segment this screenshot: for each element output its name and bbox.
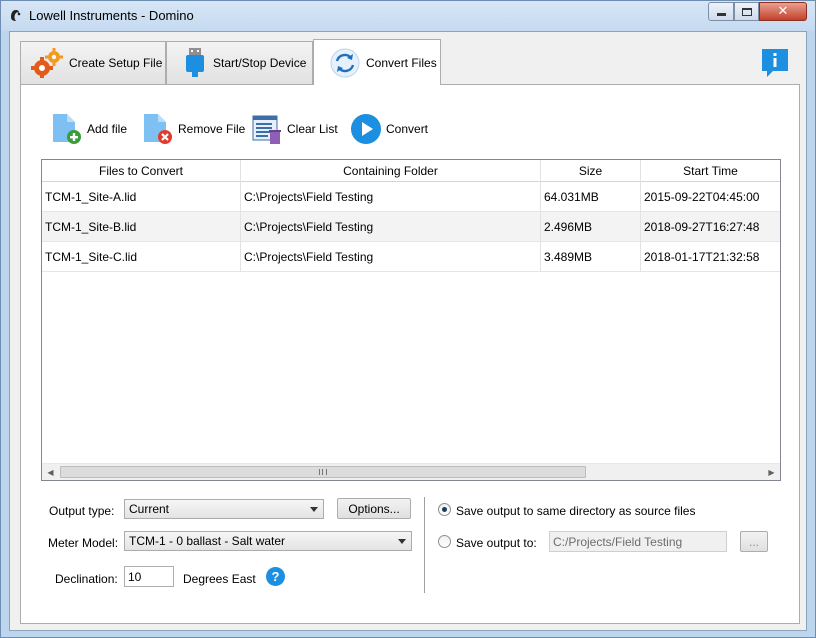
output-path-field[interactable]: C:/Projects/Field Testing (549, 531, 727, 552)
window-title: Lowell Instruments - Domino (29, 8, 194, 23)
remove-file-button[interactable]: Remove File (142, 111, 245, 147)
files-table[interactable]: Files to Convert Containing Folder Size … (41, 159, 781, 481)
scrollbar-thumb[interactable] (60, 466, 586, 478)
application-window: Lowell Instruments - Domino ✕ Create Set… (0, 0, 816, 638)
scroll-right-icon[interactable]: ▶ (763, 464, 780, 481)
gears-icon (31, 48, 63, 78)
grip-icon (319, 469, 327, 475)
declination-unit-label: Degrees East (183, 572, 256, 586)
maximize-icon (741, 7, 752, 16)
client-area: Create Setup File Start/Stop Device Conv… (9, 31, 807, 631)
save-same-dir-label[interactable]: Save output to same directory as source … (456, 504, 695, 518)
vertical-divider (424, 497, 425, 593)
table-row[interactable]: TCM-1_Site-C.lid C:\Projects\Field Testi… (42, 242, 780, 272)
scroll-left-icon[interactable]: ◀ (42, 464, 59, 481)
column-header-files[interactable]: Files to Convert (42, 160, 241, 182)
column-header-size[interactable]: Size (541, 160, 641, 182)
cell-size: 64.031MB (541, 182, 641, 212)
cell-file-name: TCM-1_Site-A.lid (42, 182, 241, 212)
convert-label: Convert (386, 122, 429, 136)
close-icon: ✕ (777, 4, 789, 19)
usb-device-icon (186, 48, 204, 77)
play-icon (351, 114, 381, 144)
title-bar: Lowell Instruments - Domino ✕ (1, 1, 815, 31)
close-button[interactable]: ✕ (759, 2, 807, 21)
clear-list-label: Clear List (287, 122, 338, 136)
info-chat-icon[interactable] (760, 47, 790, 77)
tab-create-setup-file[interactable]: Create Setup File (20, 41, 166, 84)
column-header-folder[interactable]: Containing Folder (241, 160, 541, 182)
tab-label: Start/Stop Device (213, 56, 307, 70)
maximize-button[interactable] (734, 2, 759, 21)
sync-arrows-icon (330, 48, 360, 77)
app-logo-icon (11, 10, 21, 21)
convert-files-panel: Add file Remove File Clear List Convert … (20, 84, 800, 624)
cell-folder: C:\Projects\Field Testing (241, 182, 541, 212)
save-output-to-radio[interactable] (438, 535, 451, 548)
output-type-select[interactable]: Current (124, 499, 324, 519)
column-header-start-time[interactable]: Start Time (641, 160, 780, 182)
table-row[interactable]: TCM-1_Site-B.lid C:\Projects\Field Testi… (42, 212, 780, 242)
cell-file-name: TCM-1_Site-C.lid (42, 242, 241, 272)
save-output-to-label[interactable]: Save output to: (456, 536, 537, 550)
chevron-down-icon (310, 507, 318, 512)
declination-input[interactable]: 10 (124, 566, 174, 587)
clear-list-button[interactable]: Clear List (251, 111, 338, 147)
cell-start-time: 2015-09-22T04:45:00 (644, 190, 760, 204)
remove-file-icon (144, 114, 172, 144)
meter-model-label: Meter Model: (48, 536, 119, 550)
tab-start-stop-device[interactable]: Start/Stop Device (166, 41, 313, 84)
chevron-down-icon (398, 539, 406, 544)
browse-button[interactable]: ... (740, 531, 768, 552)
tab-label: Create Setup File (69, 56, 163, 70)
tab-convert-files[interactable]: Convert Files (313, 39, 441, 85)
clear-list-icon (252, 115, 281, 144)
declination-label: Declination: (55, 572, 118, 586)
table-header: Files to Convert Containing Folder Size … (42, 160, 780, 182)
cell-start-time: 2018-09-27T16:27:48 (644, 220, 760, 234)
minimize-icon (716, 13, 726, 16)
tab-label: Convert Files (366, 55, 437, 70)
add-file-button[interactable]: Add file (51, 111, 127, 147)
cell-folder: C:\Projects\Field Testing (241, 212, 541, 242)
add-file-icon (53, 114, 81, 144)
cell-size: 2.496MB (541, 212, 641, 242)
minimize-button[interactable] (708, 2, 734, 21)
cell-size: 3.489MB (541, 242, 641, 272)
remove-file-label: Remove File (178, 122, 246, 136)
convert-button[interactable]: Convert (350, 111, 428, 147)
table-row[interactable]: TCM-1_Site-A.lid C:\Projects\Field Testi… (42, 182, 780, 212)
output-type-label: Output type: (49, 504, 115, 518)
cell-start-time: 2018-01-17T21:32:58 (644, 250, 760, 264)
options-button[interactable]: Options... (337, 498, 411, 519)
save-same-dir-radio[interactable] (438, 503, 451, 516)
help-icon[interactable]: ? (266, 567, 285, 586)
cell-file-name: TCM-1_Site-B.lid (42, 212, 241, 242)
add-file-label: Add file (87, 122, 128, 136)
meter-model-value: TCM-1 - 0 ballast - Salt water (129, 534, 286, 548)
horizontal-scrollbar[interactable]: ◀ ▶ (42, 463, 780, 480)
cell-folder: C:\Projects\Field Testing (241, 242, 541, 272)
meter-model-select[interactable]: TCM-1 - 0 ballast - Salt water (124, 531, 412, 551)
output-type-value: Current (129, 502, 170, 516)
